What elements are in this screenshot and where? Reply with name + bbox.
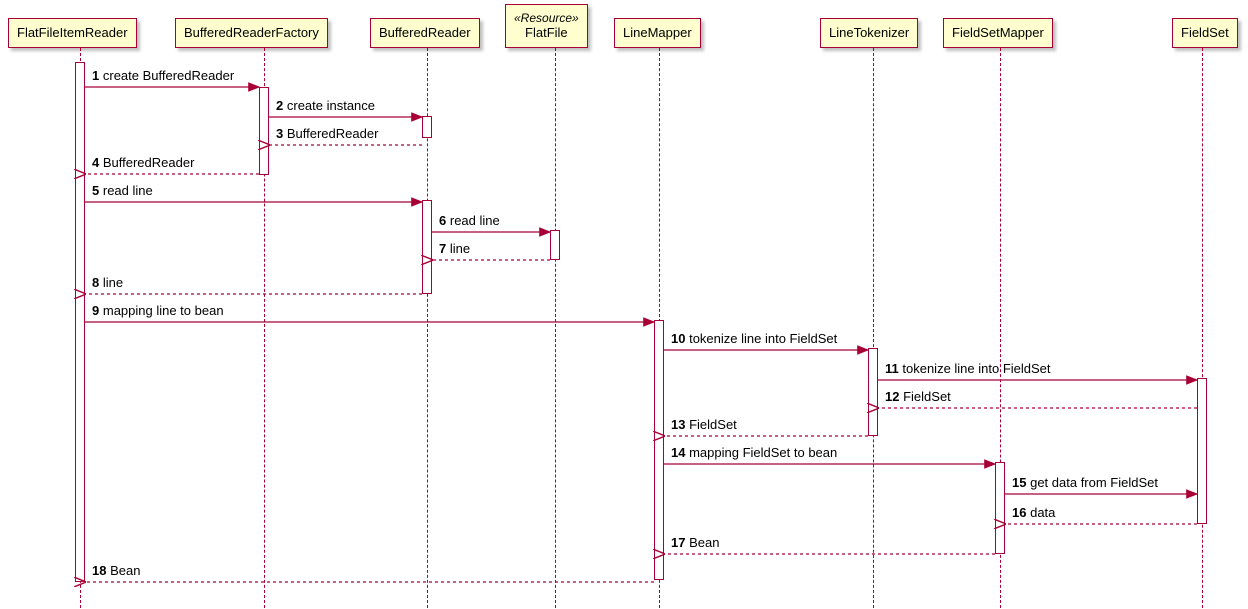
participant-label: FieldSetMapper	[952, 25, 1044, 40]
activation	[654, 320, 664, 580]
participant-label: FlatFileItemReader	[17, 25, 128, 40]
msg-1: 1 create BufferedReader	[92, 68, 234, 83]
participant-flatfileitemreader: FlatFileItemReader	[8, 18, 137, 48]
lifeline	[555, 48, 556, 608]
arrow-10	[664, 348, 868, 352]
activation	[75, 62, 85, 582]
msg-16: 16 data	[1012, 505, 1055, 520]
msg-17: 17 Bean	[671, 535, 719, 550]
participant-linetokenizer: LineTokenizer	[820, 18, 918, 48]
participant-label: LineTokenizer	[829, 25, 909, 40]
arrow-7	[432, 258, 550, 262]
participant-label: BufferedReader	[379, 25, 471, 40]
msg-7: 7 line	[439, 241, 470, 256]
arrow-5	[85, 200, 422, 204]
msg-15: 15 get data from FieldSet	[1012, 475, 1158, 490]
arrow-4	[85, 172, 259, 176]
activation	[422, 116, 432, 138]
msg-13: 13 FieldSet	[671, 417, 737, 432]
msg-10: 10 tokenize line into FieldSet	[671, 331, 837, 346]
msg-9: 9 mapping line to bean	[92, 303, 224, 318]
arrow-14	[664, 462, 995, 466]
msg-18: 18 Bean	[92, 563, 140, 578]
msg-14: 14 mapping FieldSet to bean	[671, 445, 837, 460]
participant-label: FlatFile	[514, 25, 579, 41]
arrow-13	[664, 434, 868, 438]
msg-6: 6 read line	[439, 213, 500, 228]
activation	[422, 200, 432, 294]
arrow-3	[269, 143, 422, 147]
msg-11: 11 tokenize line into FieldSet	[885, 361, 1051, 376]
participant-bufferedreaderfactory: BufferedReaderFactory	[175, 18, 328, 48]
arrow-12	[878, 406, 1197, 410]
msg-5: 5 read line	[92, 183, 153, 198]
activation	[1197, 378, 1207, 524]
arrow-16	[1005, 522, 1197, 526]
arrow-9	[85, 320, 654, 324]
msg-8: 8 line	[92, 275, 123, 290]
arrow-17	[664, 552, 995, 556]
participant-label: FieldSet	[1181, 25, 1229, 40]
participant-bufferedreader: BufferedReader	[370, 18, 480, 48]
arrow-18	[85, 580, 654, 584]
participant-fieldset: FieldSet	[1172, 18, 1238, 48]
msg-12: 12 FieldSet	[885, 389, 951, 404]
participant-label: BufferedReaderFactory	[184, 25, 319, 40]
lifeline	[1202, 48, 1203, 608]
arrow-6	[432, 230, 550, 234]
arrow-8	[85, 292, 422, 296]
arrow-11	[878, 378, 1197, 382]
msg-2: 2 create instance	[276, 98, 375, 113]
activation	[550, 230, 560, 260]
activation	[259, 87, 269, 175]
participant-linemapper: LineMapper	[614, 18, 701, 48]
msg-4: 4 BufferedReader	[92, 155, 194, 170]
participant-stereotype: «Resource»	[514, 11, 579, 25]
participant-fieldsetmapper: FieldSetMapper	[943, 18, 1053, 48]
activation	[995, 462, 1005, 554]
participant-label: LineMapper	[623, 25, 692, 40]
participant-flatfile: «Resource» FlatFile	[505, 4, 588, 48]
arrow-1	[85, 85, 259, 89]
arrow-2	[269, 115, 422, 119]
lifeline	[873, 48, 874, 608]
arrow-15	[1005, 492, 1197, 496]
msg-3: 3 BufferedReader	[276, 126, 378, 141]
activation	[868, 348, 878, 436]
